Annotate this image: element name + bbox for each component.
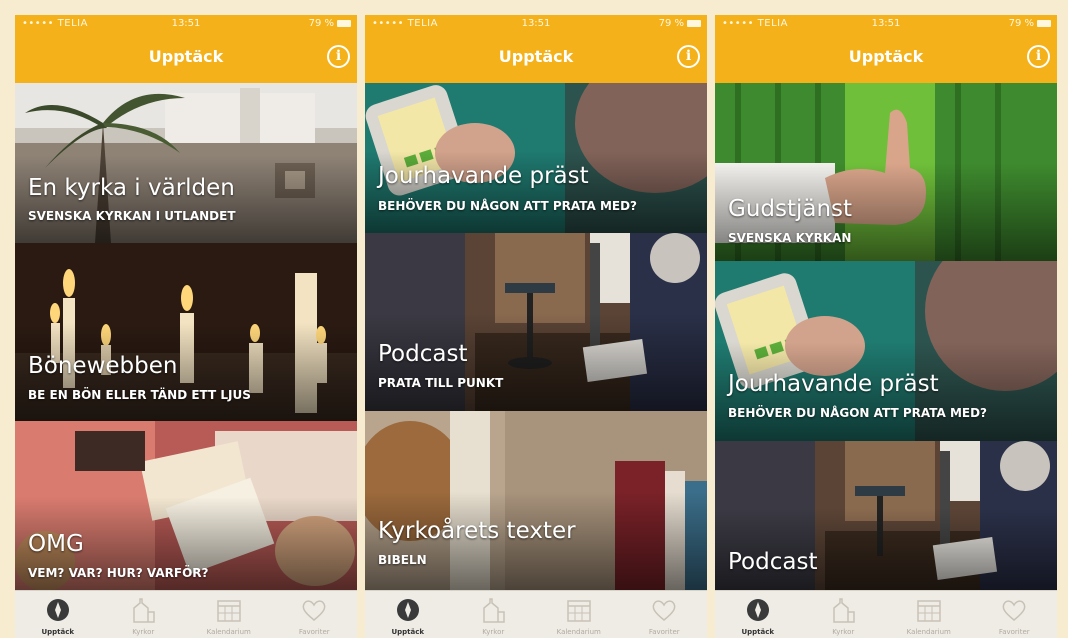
card-kyrkoarets-texter[interactable]: Kyrkoårets texter BIBELN — [365, 411, 707, 590]
card-en-kyrka-i-varlden[interactable]: En kyrka i världen SVENSKA KYRKAN I UTLA… — [15, 83, 357, 243]
phone-screen-1: ••••• TELIA 13:51 79 % Upptäck i En kyrk… — [15, 15, 357, 638]
card-title: En kyrka i världen — [28, 175, 235, 201]
card-title: Kyrkoårets texter — [378, 518, 576, 544]
tab-upptack[interactable]: Upptäck — [15, 591, 101, 638]
tab-kalendarium[interactable]: Kalendarium — [186, 591, 272, 638]
tab-kyrkor[interactable]: Kyrkor — [101, 591, 187, 638]
battery-icon — [687, 19, 701, 27]
tab-kyrkor[interactable]: Kyrkor — [801, 591, 887, 638]
tab-bar: Upptäck Kyrkor Kalendarium Favoriter — [365, 590, 707, 638]
nav-bar: Upptäck i — [15, 33, 357, 83]
tab-label: Kalendarium — [906, 628, 951, 636]
battery-indicator: 79 % — [309, 18, 351, 29]
tab-label: Kyrkor — [832, 628, 855, 636]
tab-label: Upptäck — [391, 628, 425, 636]
card-subtitle: BEHÖVER DU NÅGON ATT PRATA MED? — [728, 406, 988, 420]
status-bar: ••••• TELIA 13:51 79 % — [365, 15, 707, 33]
heart-icon — [1002, 600, 1026, 621]
info-button[interactable]: i — [677, 45, 700, 68]
card-podcast[interactable]: Podcast — [715, 441, 1057, 590]
card-subtitle: VEM? VAR? HUR? VARFÖR? — [28, 566, 209, 580]
tab-label: Kyrkor — [132, 628, 155, 636]
compass-icon — [46, 599, 69, 621]
card-subtitle: BE EN BÖN ELLER TÄND ETT LJUS — [28, 388, 251, 402]
status-bar: ••••• TELIA 13:51 79 % — [715, 15, 1057, 33]
card-title: Bönewebben — [28, 353, 178, 379]
card-jourhavande-prast[interactable]: Jourhavande präst BEHÖVER DU NÅGON ATT P… — [715, 261, 1057, 441]
tab-favoriter[interactable]: Favoriter — [622, 591, 708, 638]
nav-bar: Upptäck i — [715, 33, 1057, 83]
card-title: Podcast — [378, 341, 468, 367]
nav-title: Upptäck — [498, 47, 574, 66]
card-subtitle: SVENSKA KYRKAN — [728, 231, 852, 245]
card-title: Podcast — [728, 549, 818, 575]
card-title: Jourhavande präst — [378, 163, 589, 189]
phone-screen-3: ••••• TELIA 13:51 79 % Upptäck i Gudstjä… — [715, 15, 1057, 638]
status-bar: ••••• TELIA 13:51 79 % — [15, 15, 357, 33]
card-podcast[interactable]: Podcast PRATA TILL PUNKT — [365, 233, 707, 411]
tab-label: Upptäck — [41, 628, 75, 636]
info-icon: i — [685, 48, 692, 64]
tab-label: Favoriter — [998, 628, 1030, 636]
info-button[interactable]: i — [327, 45, 350, 68]
info-icon: i — [335, 48, 342, 64]
battery-indicator: 79 % — [659, 18, 701, 29]
status-time: 13:51 — [871, 18, 901, 29]
battery-percent: 79 % — [1008, 18, 1034, 29]
battery-icon — [337, 19, 351, 27]
discover-feed[interactable]: Gudstjänst SVENSKA KYRKAN Jourhavande pr… — [715, 83, 1057, 590]
tab-favoriter[interactable]: Favoriter — [272, 591, 358, 638]
nav-title: Upptäck — [848, 47, 924, 66]
tab-upptack[interactable]: Upptäck — [715, 591, 801, 638]
battery-percent: 79 % — [308, 18, 334, 29]
card-subtitle: BIBELN — [378, 553, 427, 567]
compass-icon — [396, 599, 419, 621]
card-omg[interactable]: OMG VEM? VAR? HUR? VARFÖR? — [15, 421, 357, 590]
card-subtitle: SVENSKA KYRKAN I UTLANDET — [28, 209, 236, 223]
tab-label: Kalendarium — [206, 628, 251, 636]
tab-label: Upptäck — [741, 628, 775, 636]
card-title: OMG — [28, 531, 84, 557]
card-bonewebben[interactable]: Bönewebben BE EN BÖN ELLER TÄND ETT LJUS — [15, 243, 357, 421]
tab-bar: Upptäck Kyrkor Kalendarium Favoriter — [15, 590, 357, 638]
info-button[interactable]: i — [1027, 45, 1050, 68]
battery-indicator: 79 % — [1009, 18, 1051, 29]
nav-bar: Upptäck i — [365, 33, 707, 83]
tab-label: Favoriter — [298, 628, 330, 636]
calendar-icon — [917, 600, 941, 622]
tab-kalendarium[interactable]: Kalendarium — [886, 591, 972, 638]
church-icon — [133, 598, 155, 623]
card-jourhavande-prast[interactable]: Jourhavande präst BEHÖVER DU NÅGON ATT P… — [365, 83, 707, 233]
battery-percent: 79 % — [658, 18, 684, 29]
tab-favoriter[interactable]: Favoriter — [972, 591, 1058, 638]
compass-icon — [746, 599, 769, 621]
card-subtitle: BEHÖVER DU NÅGON ATT PRATA MED? — [378, 199, 638, 213]
info-icon: i — [1035, 48, 1042, 64]
church-icon — [833, 598, 855, 623]
heart-icon — [652, 600, 676, 621]
discover-feed[interactable]: Jourhavande präst BEHÖVER DU NÅGON ATT P… — [365, 83, 707, 590]
battery-icon — [1037, 19, 1051, 27]
calendar-icon — [567, 600, 591, 622]
tab-kalendarium[interactable]: Kalendarium — [536, 591, 622, 638]
tab-label: Favoriter — [648, 628, 680, 636]
tab-upptack[interactable]: Upptäck — [365, 591, 451, 638]
card-title: Gudstjänst — [728, 196, 853, 222]
heart-icon — [302, 600, 326, 621]
tab-kyrkor[interactable]: Kyrkor — [451, 591, 537, 638]
card-title: Jourhavande präst — [728, 371, 939, 397]
discover-feed[interactable]: En kyrka i världen SVENSKA KYRKAN I UTLA… — [15, 83, 357, 590]
status-time: 13:51 — [521, 18, 551, 29]
status-time: 13:51 — [171, 18, 201, 29]
tab-bar: Upptäck Kyrkor Kalendarium Favoriter — [715, 590, 1057, 638]
tab-label: Kyrkor — [482, 628, 505, 636]
nav-title: Upptäck — [148, 47, 224, 66]
card-subtitle: PRATA TILL PUNKT — [378, 376, 504, 390]
church-icon — [483, 598, 505, 623]
tab-label: Kalendarium — [556, 628, 601, 636]
phone-screen-2: ••••• TELIA 13:51 79 % Upptäck i Jourhav… — [365, 15, 707, 638]
calendar-icon — [217, 600, 241, 622]
card-gudstjanst[interactable]: Gudstjänst SVENSKA KYRKAN — [715, 83, 1057, 261]
